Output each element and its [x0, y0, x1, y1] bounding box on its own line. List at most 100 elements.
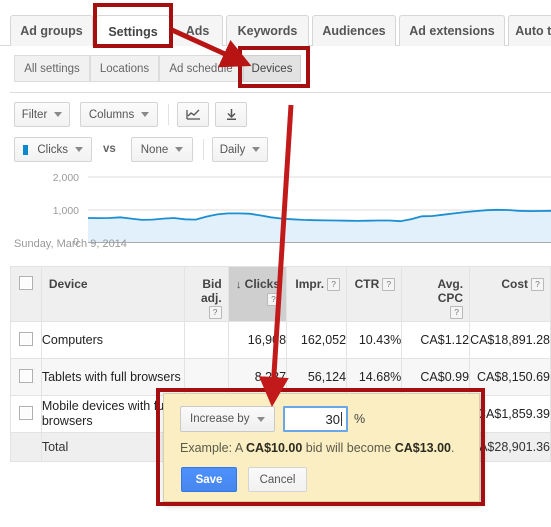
interval-label: Daily	[219, 143, 246, 156]
tab-settings-label: Settings	[108, 24, 158, 39]
sort-arrow-icon: ↓	[235, 279, 242, 291]
row-cost: CA$18,891.28	[469, 321, 551, 359]
col-device[interactable]: Device	[40, 266, 186, 322]
row-impr: 162,052	[286, 321, 348, 359]
row-checkbox[interactable]	[18, 368, 33, 383]
example-middle: bid will become	[302, 441, 395, 455]
tab-settings[interactable]: Settings	[96, 15, 170, 47]
compare-metric-button[interactable]: None	[131, 137, 193, 162]
chart-toggle-button[interactable]	[177, 102, 209, 127]
select-all-header[interactable]	[10, 266, 42, 322]
col-clicks-label: Clicks	[244, 277, 281, 291]
example-result: CA$13.00	[394, 441, 452, 455]
download-button[interactable]	[215, 102, 247, 127]
row-cost: CA$8,150.69	[469, 358, 551, 396]
columns-button-label: Columns	[88, 108, 135, 121]
row-clicks: 8,237	[227, 358, 288, 396]
toolbar-separator	[168, 104, 169, 125]
subtab-devices-label: Devices	[251, 62, 293, 75]
col-impr[interactable]: Impr.?	[286, 266, 348, 322]
col-device-label: Device	[48, 277, 88, 291]
adjust-type-select[interactable]: Increase by	[180, 406, 276, 432]
chevron-down-icon	[141, 112, 150, 117]
subtab-devices[interactable]: Devices	[243, 55, 301, 82]
col-clicks[interactable]: ↓ Clicks?	[227, 266, 288, 322]
tab-auto-targets[interactable]: Auto targ	[508, 15, 551, 46]
adjust-type-label: Increase by	[190, 413, 250, 425]
tab-audiences[interactable]: Audiences	[312, 15, 396, 46]
compare-metric-label: None	[140, 143, 169, 156]
row-checkbox-cell[interactable]	[10, 321, 42, 359]
row-checkbox-cell[interactable]	[10, 395, 42, 433]
col-avg-cpc-label: Avg. CPC	[437, 277, 464, 305]
subtab-locations[interactable]: Locations	[90, 55, 159, 82]
chart-area-fill	[88, 209, 551, 242]
chart-start-date-label: Sunday, March 9, 2014	[14, 238, 127, 250]
example-suffix: .	[451, 441, 455, 455]
sub-tab-bar: All settings Locations Ad schedule Devic…	[0, 46, 551, 93]
tab-ads[interactable]: Ads	[172, 15, 223, 46]
filter-button-label: Filter	[21, 108, 48, 121]
row-clicks: 16,908	[227, 321, 288, 359]
select-all-checkbox[interactable]	[18, 276, 33, 290]
primary-metric-label: Clicks	[37, 143, 68, 156]
row-impr: 56,124	[286, 358, 348, 396]
col-impr-label: Impr.	[295, 277, 325, 291]
cancel-button-label: Cancel	[259, 473, 296, 486]
col-bid-adj[interactable]: Bid adj.?	[184, 266, 229, 322]
subtab-ad-schedule[interactable]: Ad schedule	[159, 55, 243, 82]
columns-button[interactable]: Columns	[80, 102, 158, 127]
table-row[interactable]: Computers 16,908 162,052 10.43% CA$1.12 …	[10, 321, 551, 359]
help-icon[interactable]: ?	[267, 293, 281, 307]
chart-svg: 2,000 1,000 0	[53, 172, 551, 248]
subtab-all-settings-label: All settings	[24, 62, 80, 75]
subtab-ad-schedule-label: Ad schedule	[169, 62, 233, 75]
row-ctr: 14.68%	[346, 358, 403, 396]
vs-label: vs	[103, 143, 116, 155]
interval-button[interactable]: Daily	[212, 137, 268, 162]
table-header-row: Device Bid adj.? ↓ Clicks? Impr.? CTR? A…	[10, 266, 551, 322]
line-chart-icon	[185, 109, 200, 120]
clicks-chart: 2,000 1,000 0	[0, 166, 551, 248]
row-checkbox-cell[interactable]	[10, 358, 42, 396]
help-icon[interactable]: ?	[208, 306, 222, 320]
main-tab-bar: Ad groups Settings Ads Keywords Audience…	[0, 0, 551, 47]
y-tick-1000: 1,000	[53, 205, 79, 217]
metric-color-swatch	[23, 144, 29, 155]
tab-keywords-label: Keywords	[237, 24, 298, 38]
subtab-locations-label: Locations	[99, 62, 150, 75]
chevron-down-icon	[252, 147, 261, 152]
cancel-button[interactable]: Cancel	[248, 467, 307, 492]
col-avg-cpc[interactable]: Avg. CPC?	[401, 266, 471, 322]
row-checkbox[interactable]	[18, 331, 33, 346]
col-cost[interactable]: Cost?	[469, 266, 551, 322]
row-device-name: Computers	[40, 321, 186, 359]
help-icon[interactable]: ?	[531, 278, 544, 292]
save-button[interactable]: Save	[181, 467, 237, 492]
row-bid-adj[interactable]	[184, 358, 229, 396]
total-checkbox-cell	[10, 432, 42, 462]
help-icon[interactable]: ?	[327, 278, 341, 292]
subtab-all-settings[interactable]: All settings	[14, 55, 90, 82]
example-prefix: Example: A	[180, 441, 247, 455]
adjust-value-input[interactable]: 30	[283, 406, 348, 432]
primary-metric-button[interactable]: Clicks	[14, 137, 92, 162]
col-ctr[interactable]: CTR?	[346, 266, 403, 322]
col-bid-adj-label: Bid adj.	[200, 277, 222, 305]
tab-ad-extensions[interactable]: Ad extensions	[399, 15, 505, 46]
tab-ad-groups[interactable]: Ad groups	[10, 15, 93, 46]
tab-ads-label: Ads	[185, 24, 210, 38]
save-button-label: Save	[195, 473, 223, 486]
filter-button[interactable]: Filter	[14, 102, 70, 127]
table-row[interactable]: Tablets with full browsers 8,237 56,124 …	[10, 358, 551, 396]
help-icon[interactable]: ?	[450, 306, 464, 320]
row-bid-adj[interactable]	[184, 321, 229, 359]
row-cost: CA$1,859.39	[469, 395, 551, 433]
chevron-down-icon	[257, 416, 266, 422]
percent-unit-label: %	[354, 412, 366, 426]
bid-adjustment-popup: Increase by 30 % Example: A CA$10.00 bid…	[163, 393, 480, 502]
row-checkbox[interactable]	[18, 405, 33, 420]
tab-keywords[interactable]: Keywords	[226, 15, 309, 46]
row-avg-cpc: CA$0.99	[401, 358, 471, 396]
help-icon[interactable]: ?	[382, 278, 396, 292]
